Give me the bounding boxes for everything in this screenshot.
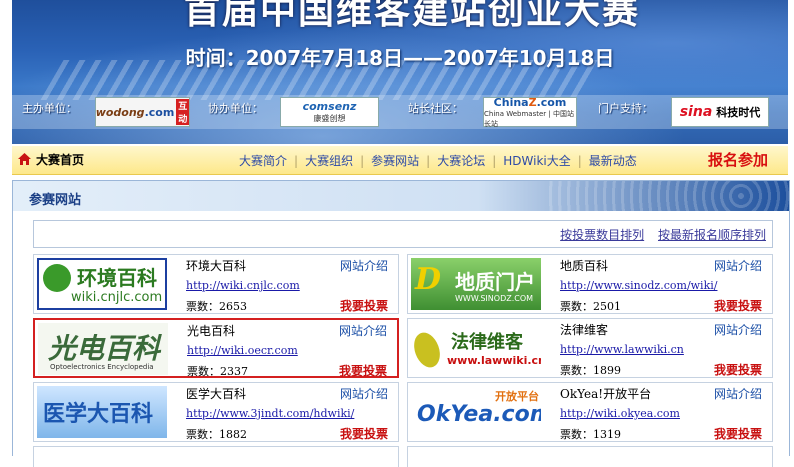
site-card-partial	[407, 446, 773, 467]
nav-organization[interactable]: 大赛组织	[305, 154, 353, 168]
wodong-logo[interactable]: wodong .com 互动	[95, 97, 190, 127]
sina-logo[interactable]: sina 科技时代	[671, 97, 769, 127]
site-logo[interactable]: 光电百科 Optoelectronics Encyclopedia	[38, 323, 168, 375]
banner-time: 时间：2007年7月18日——2007年10月18日	[185, 46, 615, 70]
home-icon	[18, 153, 31, 165]
site-url[interactable]: http://wiki.oecr.com	[187, 344, 298, 357]
contest-banner: 首届中国维客建站创业大赛 时间：2007年7月18日——2007年10月18日 …	[12, 0, 788, 144]
site-name: 法律维客	[560, 323, 609, 337]
site-card: 法律维客 www.lawwiki.cn 法律维客 http://www.laww…	[407, 318, 773, 378]
nav-news[interactable]: 最新动态	[589, 154, 637, 168]
signup-button[interactable]: 报名参加	[708, 149, 768, 170]
sort-bar: 按投票数目排列 按最新报名顺序排列	[33, 220, 773, 248]
site-votes: 票数：2501	[560, 300, 621, 313]
site-votes: 票数：2653	[186, 300, 247, 313]
site-intro-link[interactable]: 网站介绍	[340, 257, 388, 274]
vote-button[interactable]: 我要投票	[714, 297, 762, 314]
site-intro-link[interactable]: 网站介绍	[714, 385, 762, 402]
nav-home[interactable]: 大赛首页	[36, 151, 84, 168]
panel-header: 参赛网站	[13, 181, 789, 211]
site-logo[interactable]: 开放平台 OkYea.com	[411, 386, 541, 438]
site-name: 光电百科	[187, 324, 236, 338]
site-card: 环境百科 wiki.cnjlc.com 环境大百科 http://wiki.cn…	[33, 254, 399, 314]
vote-button[interactable]: 我要投票	[714, 425, 762, 442]
site-votes: 票数：2337	[187, 365, 248, 378]
site-name: 环境大百科	[186, 259, 247, 273]
sort-by-votes-link[interactable]: 按投票数目排列	[560, 228, 644, 242]
site-intro-link[interactable]: 网站介绍	[714, 321, 762, 338]
site-logo[interactable]: 环境百科 wiki.cnjlc.com	[37, 258, 167, 310]
site-votes: 票数：1882	[186, 428, 247, 441]
site-intro-link[interactable]: 网站介绍	[714, 257, 762, 274]
site-card-partial	[33, 446, 399, 467]
site-url[interactable]: http://www.3jindt.com/hdwiki/	[186, 407, 354, 420]
site-card: 医学大百科 医学大百科 http://www.3jindt.com/hdwiki…	[33, 382, 399, 442]
vote-button[interactable]: 我要投票	[339, 362, 387, 379]
nav-hdwiki[interactable]: HDWiki大全	[503, 154, 570, 168]
nav-links: 大赛简介 | 大赛组织 | 参赛网站 | 大赛论坛 | HDWiki大全 | 最新动态	[239, 154, 637, 168]
vote-button[interactable]: 我要投票	[714, 361, 762, 378]
site-logo[interactable]: 法律维客 www.lawwiki.cn	[411, 322, 541, 374]
site-url[interactable]: http://www.lawwiki.cn	[560, 343, 684, 356]
site-url[interactable]: http://www.sinodz.com/wiki/	[560, 279, 717, 292]
sponsor-label-community: 站长社区：	[408, 102, 463, 115]
nav-forum[interactable]: 大赛论坛	[437, 154, 485, 168]
sites-panel: 参赛网站 按投票数目排列 按最新报名顺序排列 环境百科 wiki.cnjlc.c…	[12, 180, 790, 467]
panel-title: 参赛网站	[29, 193, 82, 208]
comsenz-logo[interactable]: comsenz 康盛创想	[280, 97, 379, 127]
site-name: OkYea!开放平台	[560, 387, 652, 401]
sponsor-label-co: 协办单位：	[208, 102, 263, 115]
site-logo[interactable]: 医学大百科	[37, 386, 167, 438]
main-nav: 大赛首页 大赛简介 | 大赛组织 | 参赛网站 | 大赛论坛 | HDWiki大全 | 最新动态 报…	[12, 146, 788, 175]
site-card: 开放平台 OkYea.com OkYea!开放平台 http://wiki.ok…	[407, 382, 773, 442]
site-name: 地质百科	[560, 259, 609, 273]
chinaz-logo[interactable]: ChinaZ.com China Webmaster | 中国站长站	[483, 96, 577, 128]
site-votes: 票数：1319	[560, 428, 621, 441]
vote-button[interactable]: 我要投票	[340, 425, 388, 442]
site-url[interactable]: http://wiki.okyea.com	[560, 407, 680, 420]
site-card-selected: 光电百科 Optoelectronics Encyclopedia 光电百科 h…	[33, 318, 399, 378]
page: 首届中国维客建站创业大赛 时间：2007年7月18日——2007年10月18日 …	[0, 0, 794, 467]
banner-title: 首届中国维客建站创业大赛	[183, 0, 640, 32]
sponsor-label-host: 主办单位：	[22, 102, 77, 115]
nav-sites[interactable]: 参赛网站	[371, 154, 419, 168]
site-name: 医学大百科	[186, 387, 247, 401]
nav-intro[interactable]: 大赛简介	[239, 154, 287, 168]
sort-by-date-link[interactable]: 按最新报名顺序排列	[658, 228, 766, 242]
site-url[interactable]: http://wiki.cnjlc.com	[186, 279, 300, 292]
site-intro-link[interactable]: 网站介绍	[339, 322, 387, 339]
site-votes: 票数：1899	[560, 364, 621, 377]
vote-button[interactable]: 我要投票	[340, 297, 388, 314]
site-card: D 地质门户 WWW.SINODZ.COM 地质百科 http://www.si…	[407, 254, 773, 314]
site-intro-link[interactable]: 网站介绍	[340, 385, 388, 402]
site-logo[interactable]: D 地质门户 WWW.SINODZ.COM	[411, 258, 541, 310]
sponsor-label-portal: 门户支持：	[598, 102, 653, 115]
